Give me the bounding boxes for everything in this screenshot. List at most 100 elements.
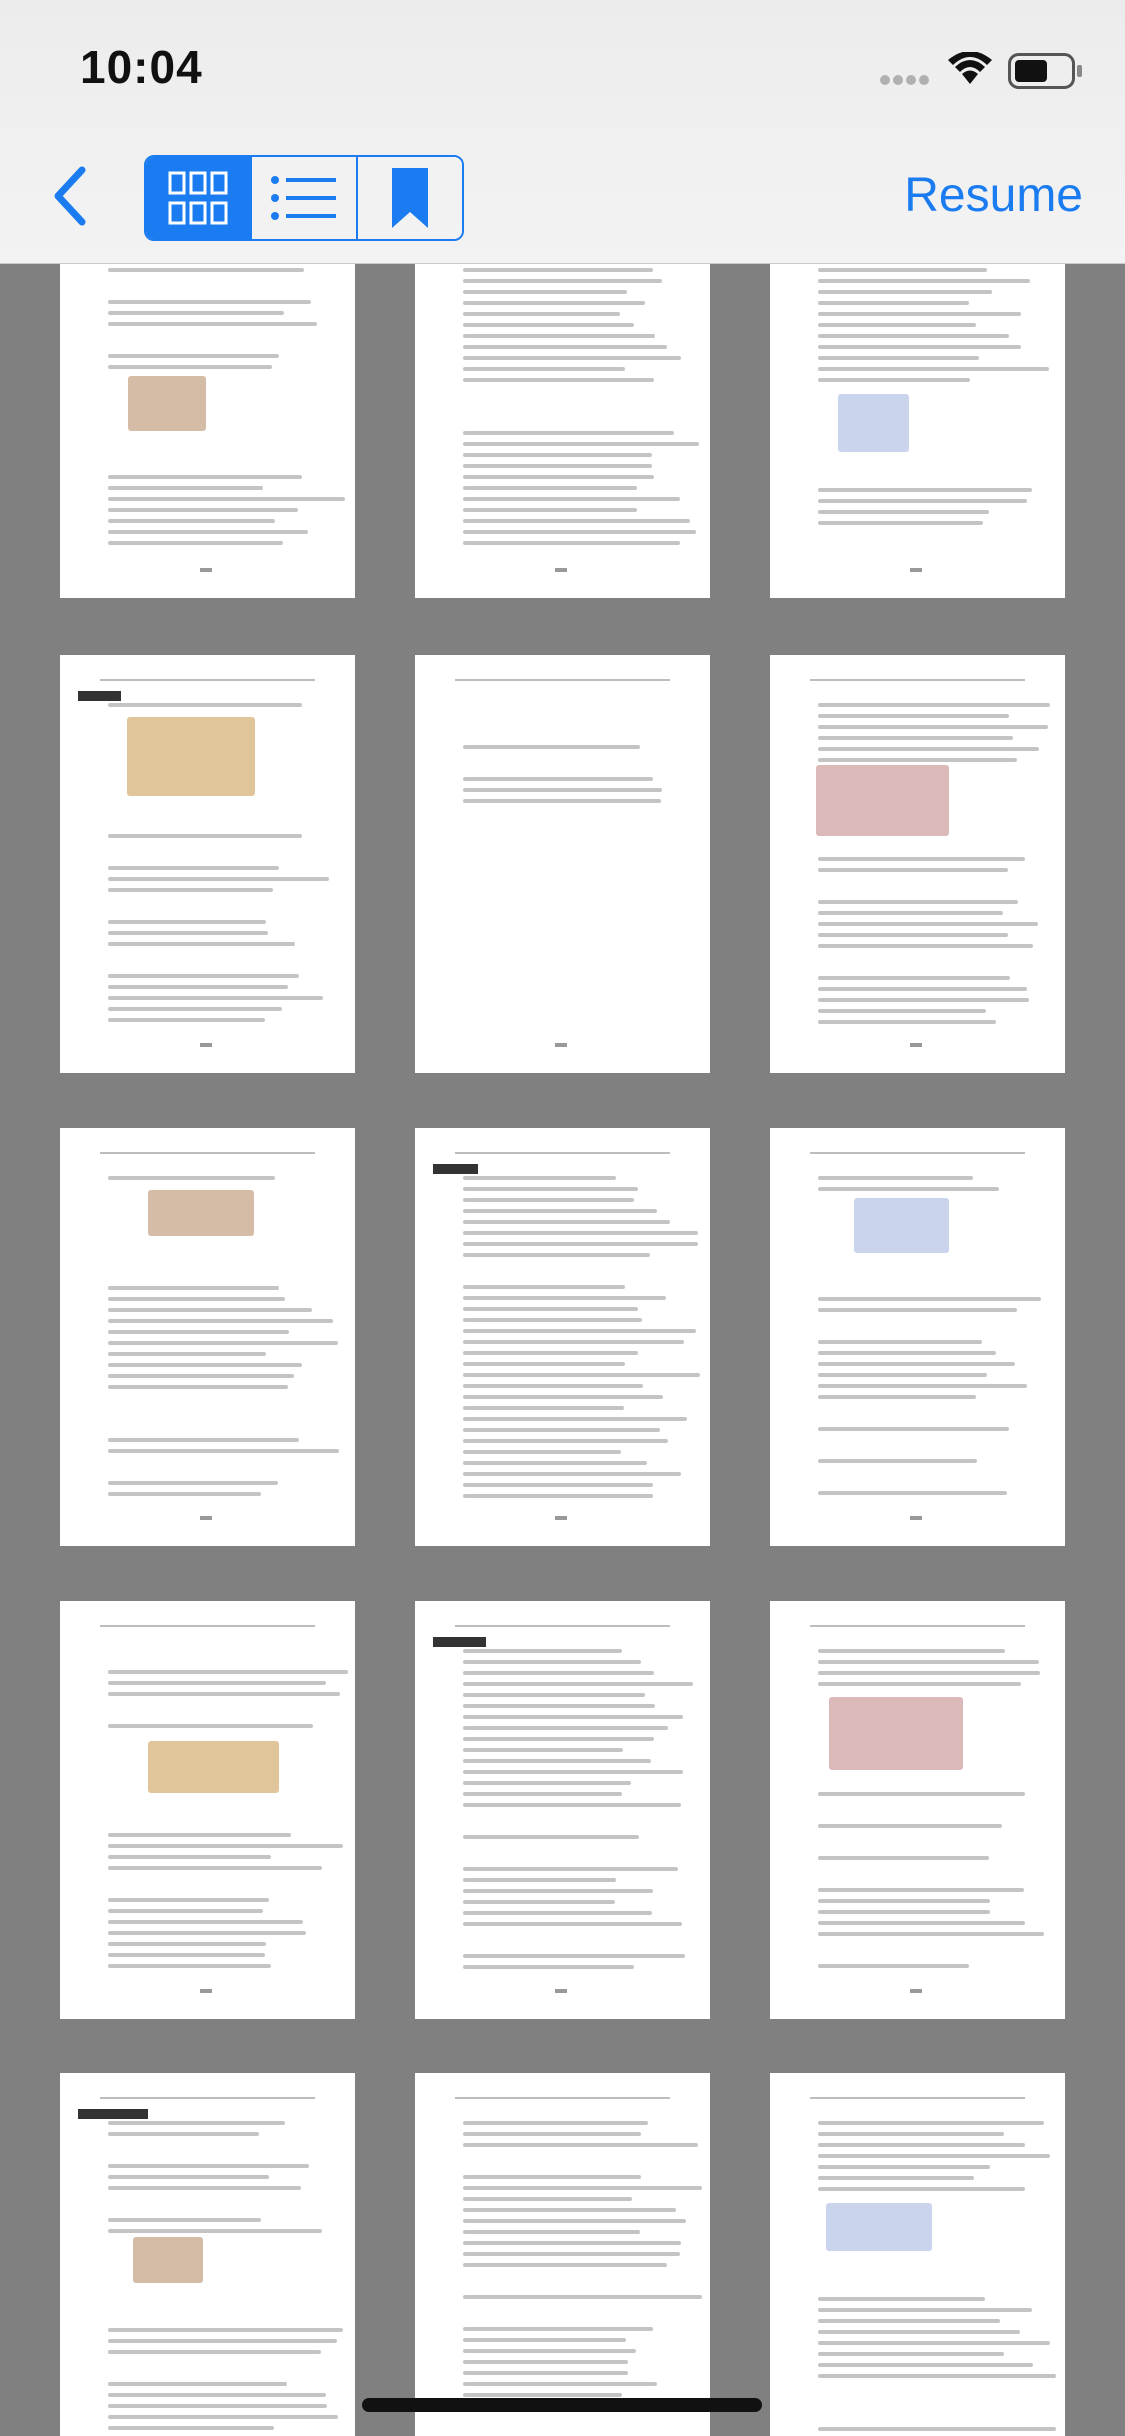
page-figure [132,2237,204,2283]
page-text-line [818,378,971,382]
page-text-line [463,1395,664,1399]
page-text-line [818,758,1018,762]
page-text-line [818,499,1028,503]
bookmarks-view-button[interactable] [358,157,462,239]
page-thumbnail[interactable] [415,1128,710,1546]
page-thumbnail[interactable] [60,263,355,598]
page-text-line [108,1176,275,1180]
page-number-mark [555,568,567,572]
page-text-line [463,1253,651,1257]
page-text-line [818,922,1039,926]
page-header-rule [810,2097,1025,2099]
page-text-line [463,1835,639,1839]
page-text-line [108,1297,286,1301]
page-text-line [818,1009,986,1013]
page-text-line [818,911,1004,915]
page-thumbnail[interactable] [60,1128,355,1546]
page-text-line [463,745,641,749]
grid-view-button[interactable] [146,157,252,239]
page-text-line [108,1481,279,1485]
page-text-line [108,2328,344,2332]
page-text-line [108,1964,272,1968]
page-header-rule [100,2097,315,2099]
page-thumbnail[interactable] [60,655,355,1073]
page-text-line [108,2426,274,2430]
page-text-line [818,510,989,514]
page-thumbnail[interactable] [415,2073,710,2436]
back-button[interactable] [40,160,100,232]
page-text-line [463,1792,623,1796]
page-text-line [108,354,280,358]
page-text-line [818,714,1010,718]
page-thumbnail[interactable] [60,2073,355,2436]
wifi-icon [948,52,992,84]
page-text-line [463,2186,702,2190]
page-text-line [463,1351,638,1355]
page-text-line [463,2360,628,2364]
page-text-line [463,378,654,382]
page-text-line [463,799,661,803]
page-heading [78,691,122,701]
page-text-line [108,1308,312,1312]
page-text-line [818,1671,1040,1675]
page-text-line [463,2143,699,2147]
page-text-line [463,1889,653,1893]
page-text-line [463,1329,696,1333]
page-text-line [818,1020,997,1024]
page-thumbnail[interactable] [60,1601,355,2019]
page-thumbnail[interactable] [415,655,710,1073]
page-number-mark [910,1043,922,1047]
page-text-line [818,2330,1020,2334]
page-text-line [463,1737,655,1741]
page-text-line [108,2175,269,2179]
page-text-line [818,2363,1034,2367]
page-text-line [108,2339,338,2343]
page-text-line [463,1715,684,1719]
page-text-line [108,1319,333,1323]
page-figure [148,1741,280,1793]
page-thumbnail[interactable] [770,655,1065,1073]
page-text-line [463,1242,699,1246]
page-thumbnail[interactable] [770,263,1065,598]
page-text-line [463,1406,625,1410]
page-thumbnail[interactable] [415,263,710,598]
page-text-line [818,1491,1007,1495]
page-text-line [818,323,977,327]
page-text-line [108,974,299,978]
page-text-line [818,2427,1056,2431]
page-thumbnail[interactable] [415,1601,710,2019]
list-view-button[interactable] [252,157,358,239]
page-text-line [818,736,1013,740]
page-thumbnail[interactable] [770,1601,1065,2019]
page-text-line [818,1856,990,1860]
page-text-line [463,2175,642,2179]
page-text-line [818,521,984,525]
list-icon [271,176,336,220]
page-text-line [818,2374,1057,2378]
page-text-line [818,1187,1000,1191]
page-text-line [818,976,1011,980]
resume-button[interactable]: Resume [904,168,1083,223]
page-text-line [818,312,1021,316]
page-text-line [463,2349,636,2353]
page-thumbnail[interactable] [770,1128,1065,1546]
page-text-line [108,2404,328,2408]
page-text-line [463,1759,651,1763]
page-text-line [108,1724,314,1728]
page-text-line [108,2350,322,2354]
page-text-line [108,2132,260,2136]
page-header-rule [810,679,1025,681]
page-text-line [818,2176,974,2180]
page-number-mark [910,1516,922,1520]
page-text-line [463,1726,669,1730]
page-header-rule [455,679,670,681]
page-text-line [463,1704,655,1708]
page-text-line [463,1770,684,1774]
page-text-line [108,996,323,1000]
page-text-line [108,2186,301,2190]
page-text-line [463,2219,687,2223]
page-thumbnail[interactable] [770,2073,1065,2436]
page-text-line [463,1450,621,1454]
page-thumbnail-grid [0,263,1125,2436]
page-text-line [108,942,296,946]
